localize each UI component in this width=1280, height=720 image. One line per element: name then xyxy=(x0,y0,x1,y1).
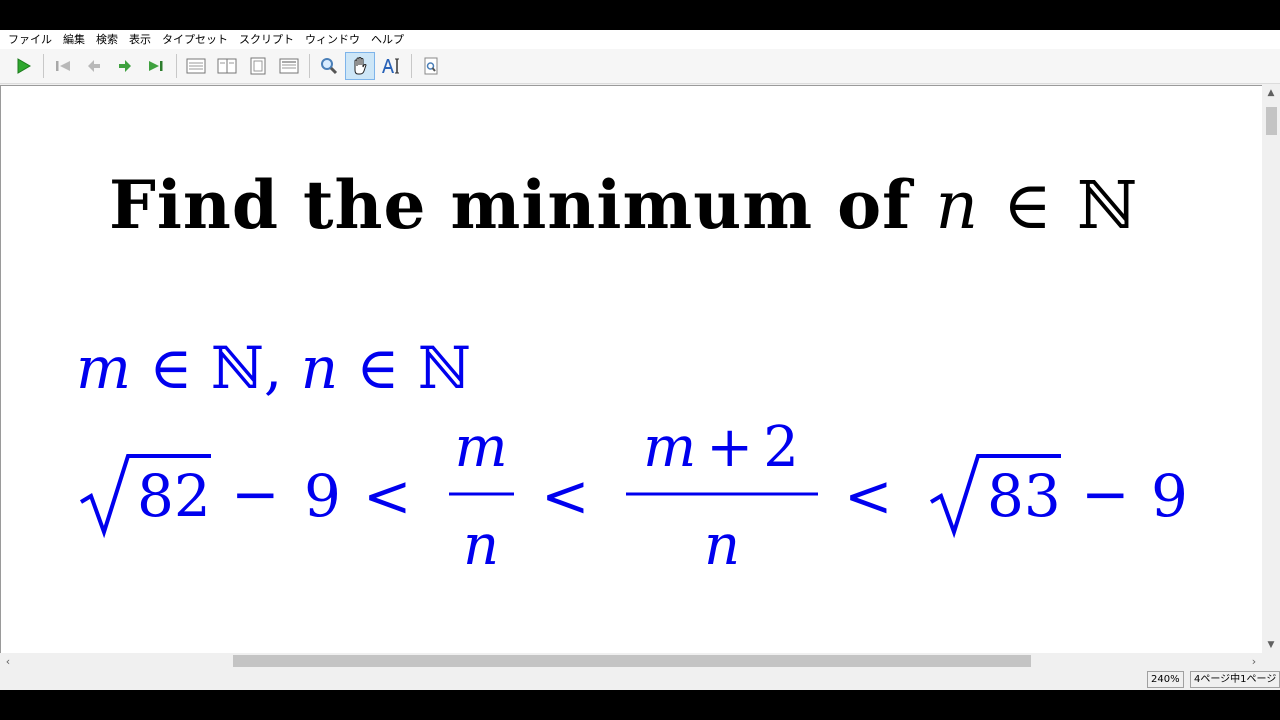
fit-page-icon xyxy=(250,57,266,75)
two-page-view-icon xyxy=(217,58,237,74)
typeset-play-icon xyxy=(17,58,31,74)
less-2: < xyxy=(541,462,590,530)
toolbar-separator xyxy=(309,54,310,78)
fit-width-icon xyxy=(279,58,299,74)
scroll-left-icon[interactable]: ‹ xyxy=(0,653,16,669)
menu-window[interactable]: ウィンドウ xyxy=(301,30,367,49)
menu-edit[interactable]: 編集 xyxy=(59,30,92,49)
menu-typeset[interactable]: タイプセット xyxy=(158,30,235,49)
previous-page-button[interactable] xyxy=(79,52,109,80)
page-indicator: 4ページ中1ページ xyxy=(1190,671,1280,688)
comma: , xyxy=(263,334,283,402)
title-words: Find the minimum of xyxy=(109,166,912,244)
first-page-button[interactable] xyxy=(48,52,78,80)
menu-file[interactable]: ファイル xyxy=(4,30,59,49)
menu-script[interactable]: スクリプト xyxy=(235,30,301,49)
pdf-viewport[interactable]: Find the minimum of n ∈ ℕ m ∈ ℕ, n ∈ ℕ 8… xyxy=(0,85,1262,653)
menu-view[interactable]: 表示 xyxy=(125,30,158,49)
toolbar-separator xyxy=(411,54,412,78)
scrollbar-corner xyxy=(1262,653,1280,669)
single-page-view-icon xyxy=(186,58,206,74)
fit-width-button[interactable] xyxy=(274,52,304,80)
go-first-page-icon xyxy=(56,61,70,71)
text-select-button[interactable] xyxy=(376,52,406,80)
nine-2: 9 xyxy=(1151,462,1188,530)
next-page-button[interactable] xyxy=(110,52,140,80)
horizontal-scrollbar[interactable]: ‹ › xyxy=(0,653,1262,669)
radicand-82: 82 xyxy=(137,462,211,530)
frac2-denominator: n xyxy=(704,513,740,578)
toolbar-separator xyxy=(43,54,44,78)
magnify-button[interactable] xyxy=(314,52,344,80)
find-icon xyxy=(424,57,438,75)
scroll-right-icon[interactable]: › xyxy=(1246,653,1262,669)
app-window: ファイル 編集 検索 表示 タイプセット スクリプト ウィンドウ ヘルプ Fin… xyxy=(0,30,1280,690)
inequality-formula: 82 − 9 < m n < m +2 n < 83 − 9 xyxy=(79,424,1188,578)
go-previous-page-icon xyxy=(88,60,100,72)
scroll-down-icon[interactable]: ▼ xyxy=(1262,637,1280,653)
menu-search[interactable]: 検索 xyxy=(92,30,125,49)
go-next-page-icon xyxy=(119,60,131,72)
problem-title: Find the minimum of n ∈ ℕ xyxy=(109,166,1138,244)
naturals-symbol-1: ℕ xyxy=(210,334,264,402)
domain-condition: m ∈ ℕ, n ∈ ℕ xyxy=(76,334,471,402)
hand-tool-button[interactable] xyxy=(345,52,375,80)
less-1: < xyxy=(363,462,412,530)
go-last-page-icon xyxy=(149,61,163,71)
toolbar xyxy=(0,49,1280,84)
title-var-n: n xyxy=(935,167,979,244)
horizontal-scroll-thumb[interactable] xyxy=(233,655,1031,667)
zoom-level[interactable]: 240% xyxy=(1147,671,1184,688)
nine-1: 9 xyxy=(304,462,341,530)
scroll-up-icon[interactable]: ▲ xyxy=(1262,85,1280,101)
minus-2: − xyxy=(1081,460,1130,528)
title-member-symbol: ∈ xyxy=(1002,167,1053,244)
radicand-83: 83 xyxy=(987,462,1061,530)
naturals-symbol-2: ℕ xyxy=(417,334,471,402)
toolbar-separator xyxy=(176,54,177,78)
less-3: < xyxy=(844,462,893,530)
hand-tool-icon xyxy=(354,56,367,75)
title-naturals-symbol: ℕ xyxy=(1076,167,1139,244)
vertical-scrollbar[interactable]: ▲ ▼ xyxy=(1262,85,1280,653)
member-symbol-2: ∈ xyxy=(356,334,400,402)
vertical-scroll-thumb[interactable] xyxy=(1266,107,1277,135)
var-m: m xyxy=(76,334,131,402)
status-bar: 240% 4ページ中1ページ xyxy=(0,669,1280,690)
last-page-button[interactable] xyxy=(141,52,171,80)
member-symbol-1: ∈ xyxy=(149,334,193,402)
var-n: n xyxy=(300,334,339,402)
frac1-numerator: m xyxy=(454,424,507,480)
single-page-view-button[interactable] xyxy=(181,52,211,80)
minus-1: − xyxy=(231,460,280,528)
menu-help[interactable]: ヘルプ xyxy=(367,30,411,49)
fit-page-button[interactable] xyxy=(243,52,273,80)
frac1-denominator: n xyxy=(463,513,499,578)
typeset-button[interactable] xyxy=(8,52,38,80)
menu-bar: ファイル 編集 検索 表示 タイプセット スクリプト ウィンドウ ヘルプ xyxy=(0,30,1280,49)
find-button[interactable] xyxy=(416,52,446,80)
text-select-icon xyxy=(382,58,399,74)
magnifier-icon xyxy=(321,58,338,75)
two-page-view-button[interactable] xyxy=(212,52,242,80)
frac2-numerator: m +2 xyxy=(643,424,799,480)
